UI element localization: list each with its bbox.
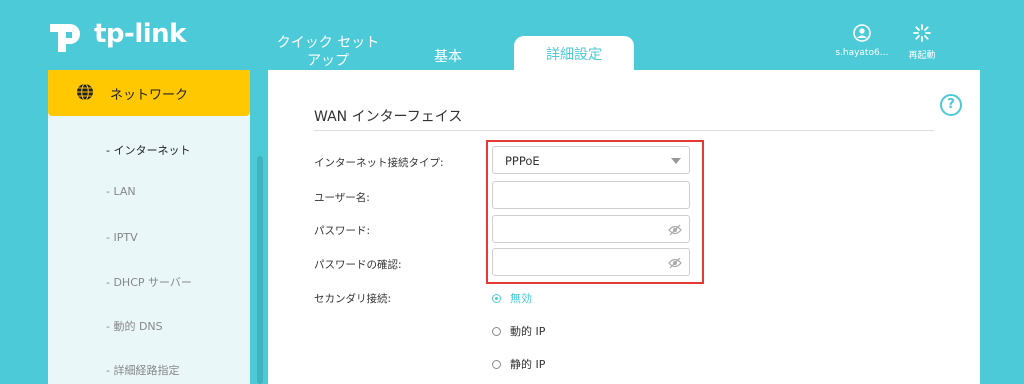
sidebar-scrollbar[interactable] [257,156,263,384]
sidebar-item-advanced-routing[interactable]: - 詳細経路指定 [106,362,179,378]
reboot-icon [913,24,931,42]
tab-quick-setup[interactable]: クイック セット アップ [268,34,388,70]
tab-basic-label: 基本 [434,49,462,65]
sidebar-item-dhcp-server[interactable]: - DHCP サーバー [106,274,192,290]
tab-basic[interactable]: 基本 [428,48,468,66]
sidebar-item-dynamic-dns[interactable]: - 動的 DNS [106,318,163,334]
sidebar: ネットワーク - インターネット - LAN - IPTV - DHCP サーバ… [48,70,250,384]
tab-advanced-label: 詳細設定 [546,47,602,63]
brand-name: tp-link [94,19,186,49]
sidebar-item-internet[interactable]: - インターネット [106,142,190,158]
user-account-button[interactable]: s.hayato6… [832,24,892,58]
help-icon[interactable]: ? [940,94,962,116]
username-label: ユーザー名: [314,192,370,204]
radio-disabled[interactable]: 無効 [492,290,532,306]
sidebar-item-network-label: ネットワーク [110,88,189,103]
user-icon [853,24,871,42]
tp-link-logo: tp-link [44,14,186,54]
tab-quick-setup-label: クイック セット アップ [276,35,380,69]
radio-static-ip-label: 静的 IP [510,358,546,371]
globe-icon [77,83,93,101]
radio-dynamic-ip-label: 動的 IP [510,325,546,338]
sidebar-item-network[interactable]: ネットワーク [48,70,250,116]
radio-icon [492,326,501,336]
tab-advanced[interactable]: 詳細設定 [514,36,634,70]
tp-link-logo-icon [50,24,80,52]
highlight-box [486,140,704,284]
password-label: パスワード: [314,225,371,237]
title-divider [314,130,934,131]
radio-disabled-label: 無効 [510,292,532,305]
sidebar-item-iptv[interactable]: - IPTV [106,231,138,244]
reboot-label: 再起動 [908,51,936,61]
radio-icon [492,359,501,369]
radio-selected-icon [492,293,501,303]
radio-dynamic-ip[interactable]: 動的 IP [492,323,545,339]
reboot-button[interactable]: 再起動 [900,24,944,61]
connection-type-label: インターネット接続タイプ: [314,157,444,169]
main-panel: WAN インターフェイス ? インターネット接続タイプ: PPPoE ユーザー名… [268,70,980,384]
page-title: WAN インターフェイス [314,109,463,125]
user-name: s.hayato6… [835,48,889,58]
radio-static-ip[interactable]: 静的 IP [492,356,545,372]
confirm-password-label: パスワードの確認: [314,259,402,271]
sidebar-item-lan[interactable]: - LAN [106,185,136,198]
secondary-connection-label: セカンダリ接続: [314,293,392,305]
